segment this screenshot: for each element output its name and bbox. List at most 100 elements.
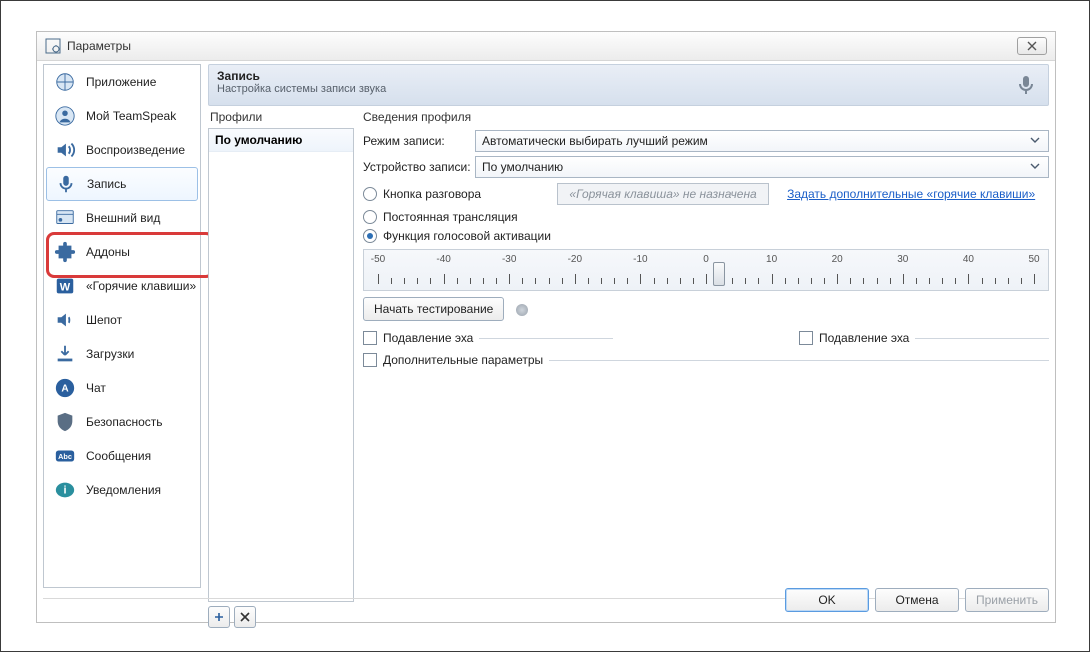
radio-icon: [363, 210, 377, 224]
settings-window: Параметры ПриложениеМой TeamSpeakВоспрои…: [36, 31, 1056, 623]
advanced-checkbox[interactable]: Дополнительные параметры: [363, 353, 543, 367]
ruler-tick: [588, 278, 589, 284]
ruler-tick: [916, 278, 917, 284]
extra-hotkeys-link[interactable]: Задать дополнительные «горячие клавиши»: [787, 187, 1035, 201]
ruler-tick: [850, 278, 851, 284]
ruler-tick: [627, 278, 628, 284]
sidebar-item-download[interactable]: Загрузки: [46, 337, 198, 371]
add-profile-button[interactable]: [208, 606, 230, 628]
continuous-radio-row[interactable]: Постоянная трансляция: [363, 210, 1049, 224]
sidebar-item-word[interactable]: W «Горячие клавиши»: [46, 269, 198, 303]
sidebar-item-label: «Горячие клавиши»: [86, 279, 196, 293]
sidebar-item-label: Запись: [87, 177, 126, 191]
ruler-label: 10: [766, 254, 777, 265]
sidebar-item-app[interactable]: Приложение: [46, 65, 198, 99]
cancel-button[interactable]: Отмена: [875, 588, 959, 612]
ruler-tick: [1021, 278, 1022, 284]
test-indicator-icon: [516, 304, 528, 316]
x-icon: [240, 612, 250, 622]
ruler-tick: [549, 278, 550, 284]
ruler-tick: [535, 278, 536, 284]
ruler-tick: [890, 278, 891, 284]
profiles-column: Профили По умолчанию: [208, 110, 354, 628]
sidebar-item-label: Внешний вид: [86, 211, 160, 225]
record-device-value: По умолчанию: [482, 160, 563, 174]
svg-text:A: A: [61, 384, 69, 395]
sidebar-item-chat[interactable]: AЧат: [46, 371, 198, 405]
divider: [549, 360, 1049, 361]
profile-item[interactable]: По умолчанию: [209, 129, 353, 152]
speaker-icon: [52, 137, 78, 163]
ruler-label: -50: [371, 254, 385, 265]
mic-icon: [53, 171, 79, 197]
record-mode-value: Автоматически выбирать лучший режим: [482, 134, 708, 148]
echo-cancel-checkbox-2[interactable]: Подавление эха: [799, 331, 909, 345]
vad-radio-row[interactable]: Функция голосовой активации: [363, 229, 1049, 243]
sidebar-item-speaker[interactable]: Воспроизведение: [46, 133, 198, 167]
vad-label: Функция голосовой активации: [383, 229, 551, 243]
ruler-tick: [667, 278, 668, 284]
app-icon: [52, 69, 78, 95]
ruler-tick: [785, 278, 786, 284]
record-device-combo[interactable]: По умолчанию: [475, 156, 1049, 178]
apply-button[interactable]: Применить: [965, 588, 1049, 612]
ruler-tick: [693, 278, 694, 284]
page-title: Запись: [217, 69, 1012, 83]
ruler-label: 50: [1028, 254, 1039, 265]
ruler-tick: [732, 278, 733, 284]
ptt-label: Кнопка разговора: [383, 187, 481, 201]
close-button[interactable]: [1017, 37, 1047, 55]
abc-icon: Abc: [52, 443, 78, 469]
vad-threshold-slider[interactable]: -50-40-30-20-1001020304050: [363, 249, 1049, 291]
svg-text:Abc: Abc: [58, 452, 72, 461]
ruler-tick: [877, 278, 878, 284]
sidebar-item-label: Загрузки: [86, 347, 134, 361]
divider: [915, 338, 1049, 339]
chevron-down-icon: [1030, 160, 1044, 174]
checkbox-icon: [799, 331, 813, 345]
ruler-tick: [758, 278, 759, 284]
ruler-tick: [457, 278, 458, 284]
sidebar-item-shield[interactable]: Безопасность: [46, 405, 198, 439]
ruler-tick: [614, 278, 615, 284]
slider-thumb[interactable]: [713, 262, 725, 286]
close-icon: [1027, 41, 1037, 51]
ruler-tick: [522, 278, 523, 284]
echo-cancel-checkbox[interactable]: Подавление эха: [363, 331, 473, 345]
sidebar-item-abc[interactable]: AbcСообщения: [46, 439, 198, 473]
ruler-tick: [654, 278, 655, 284]
ruler-tick: [837, 274, 838, 284]
ok-button[interactable]: OK: [785, 588, 869, 612]
sidebar-item-info[interactable]: iУведомления: [46, 473, 198, 507]
record-mode-label: Режим записи:: [363, 134, 475, 148]
ruler-tick: [430, 278, 431, 284]
delete-profile-button[interactable]: [234, 606, 256, 628]
start-test-button[interactable]: Начать тестирование: [363, 297, 504, 321]
sidebar-item-user[interactable]: Мой TeamSpeak: [46, 99, 198, 133]
sidebar-item-label: Мой TeamSpeak: [86, 109, 176, 123]
ruler-tick: [798, 278, 799, 284]
ruler-tick: [640, 274, 641, 284]
profiles-list[interactable]: По умолчанию: [208, 128, 354, 602]
page-subtitle: Настройка системы записи звука: [217, 83, 1012, 95]
svg-text:W: W: [60, 282, 71, 294]
sidebar-item-whisper[interactable]: Шепот: [46, 303, 198, 337]
plus-icon: [214, 612, 224, 622]
ptt-radio-row[interactable]: Кнопка разговора «Горячая клавиша» не на…: [363, 183, 1049, 205]
sidebar-item-label: Уведомления: [86, 483, 161, 497]
profiles-label: Профили: [208, 110, 354, 124]
ruler-label: 30: [897, 254, 908, 265]
sidebar-item-puzzle[interactable]: Аддоны: [46, 235, 198, 269]
sidebar-item-label: Шепот: [86, 313, 122, 327]
hotkey-display[interactable]: «Горячая клавиша» не назначена: [557, 183, 769, 205]
ruler-tick: [562, 278, 563, 284]
page-header: Запись Настройка системы записи звука: [208, 64, 1049, 106]
details-heading: Сведения профиля: [363, 110, 1049, 124]
sidebar-item-appearance[interactable]: Внешний вид: [46, 201, 198, 235]
ruler-tick: [575, 274, 576, 284]
sidebar-item-mic[interactable]: Запись: [46, 167, 198, 201]
divider: [479, 338, 613, 339]
record-mode-combo[interactable]: Автоматически выбирать лучший режим: [475, 130, 1049, 152]
ruler-label: -10: [633, 254, 647, 265]
ruler-tick: [995, 278, 996, 284]
